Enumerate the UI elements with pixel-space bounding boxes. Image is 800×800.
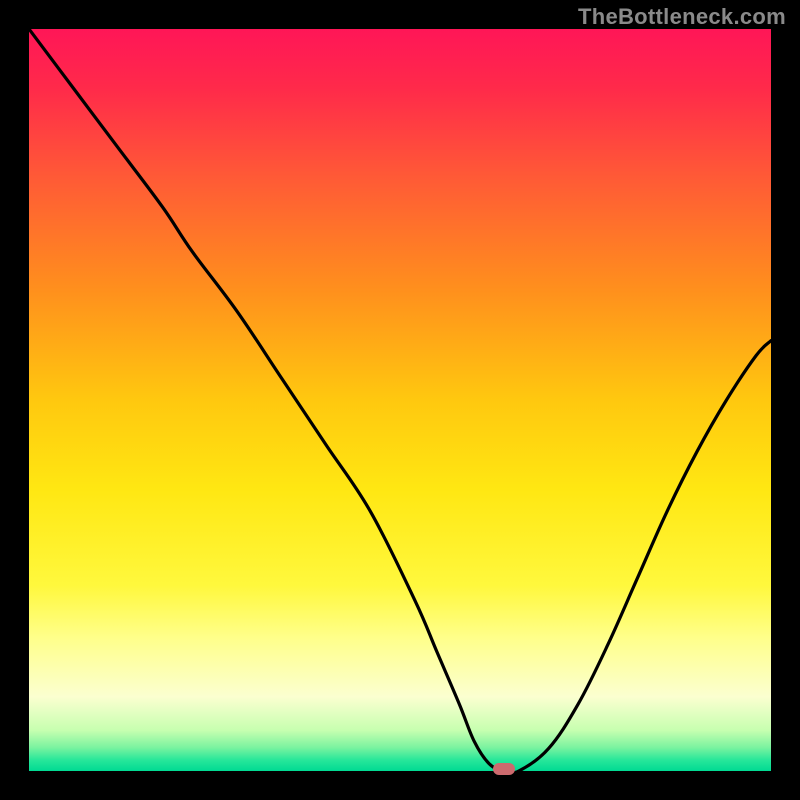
gradient-background [29,29,771,771]
bottleneck-plot [29,29,771,771]
optimal-marker [493,763,515,775]
outer-frame: TheBottleneck.com [0,0,800,800]
watermark-text: TheBottleneck.com [578,4,786,30]
